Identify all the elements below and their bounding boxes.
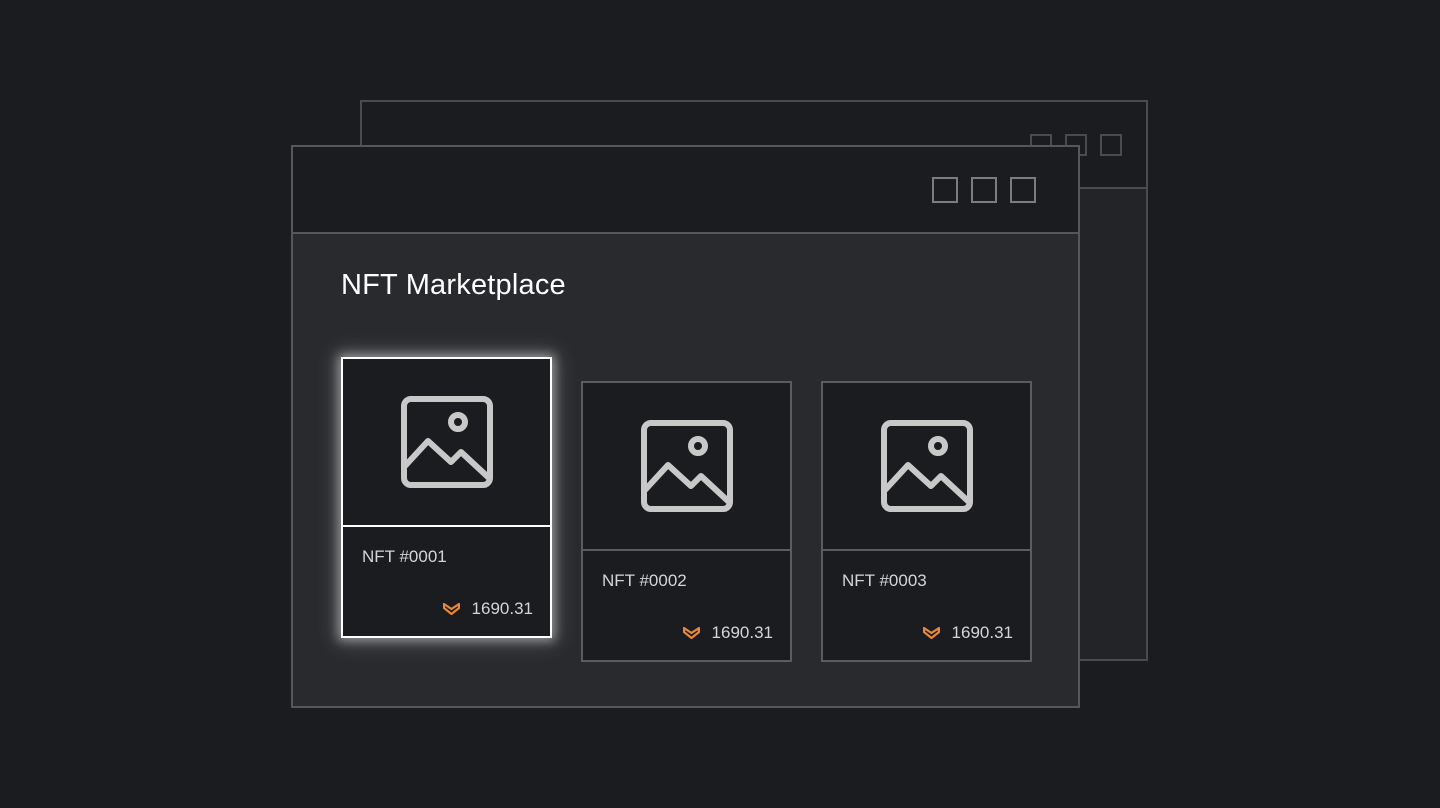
close-icon[interactable] [1100,134,1122,156]
nft-name: NFT #0003 [842,571,927,590]
stage: NFT Marketplace NFT #0001 1690.31 NFT #0… [0,0,1440,808]
window-controls [932,177,1036,203]
close-button[interactable] [1010,177,1036,203]
token-logo-icon [442,603,460,615]
nft-price: 1690.31 [682,623,773,643]
nft-price: 1690.31 [922,623,1013,643]
image-placeholder-icon [880,420,973,512]
token-logo-icon [922,627,940,639]
nft-card-0002[interactable]: NFT #0002 1690.31 [581,381,792,662]
nft-name: NFT #0002 [602,571,687,590]
price-value: 1690.31 [471,599,533,618]
price-value: 1690.31 [951,623,1013,642]
nft-name: NFT #0001 [362,547,447,566]
nft-price: 1690.31 [442,599,533,619]
page-title: NFT Marketplace [341,269,566,301]
window-titlebar [293,147,1078,234]
nft-card-0001[interactable]: NFT #0001 1690.31 [341,357,552,638]
price-value: 1690.31 [711,623,773,642]
nft-card-0003[interactable]: NFT #0003 1690.31 [821,381,1032,662]
nft-image [823,383,1030,551]
minimize-button[interactable] [932,177,958,203]
maximize-button[interactable] [971,177,997,203]
image-placeholder-icon [640,420,733,512]
image-placeholder-icon [400,396,493,488]
nft-image [583,383,790,551]
marketplace-window: NFT Marketplace NFT #0001 1690.31 NFT #0… [291,145,1080,708]
token-logo-icon [682,627,700,639]
nft-image [343,359,550,527]
